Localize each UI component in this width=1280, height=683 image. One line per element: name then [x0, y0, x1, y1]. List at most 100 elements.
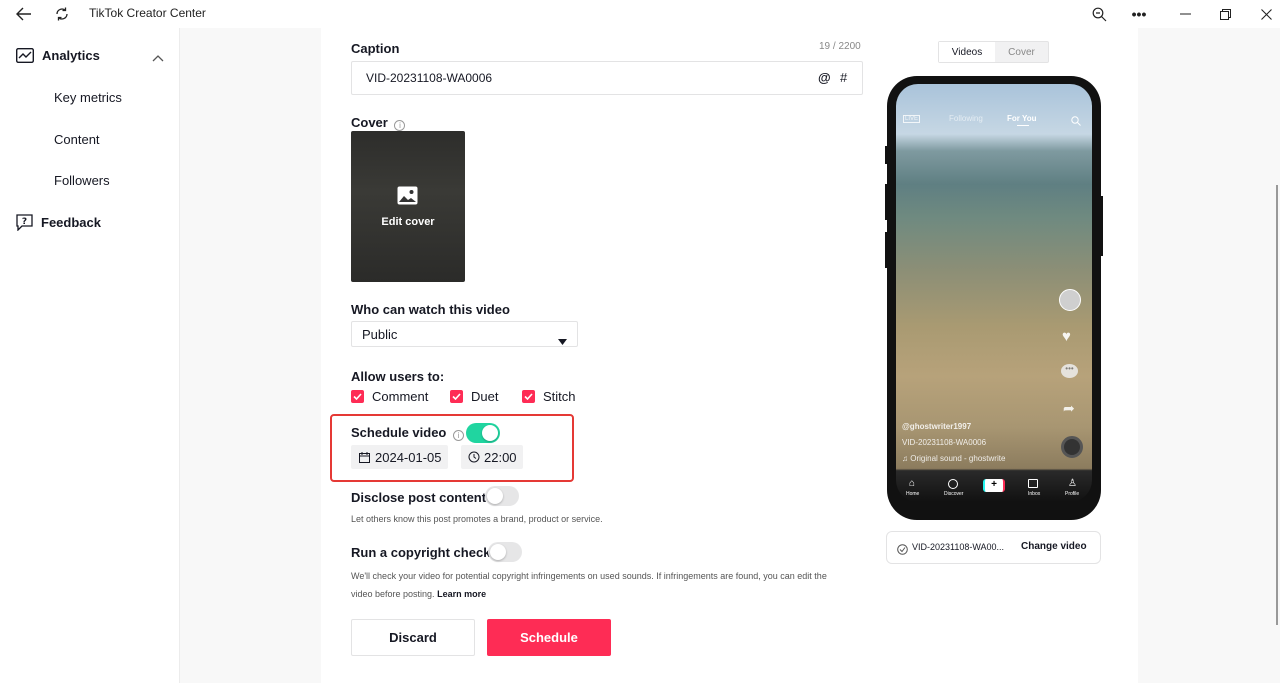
sidebar-item-label: Analytics — [42, 48, 100, 63]
sidebar-item-analytics[interactable]: Analytics — [16, 48, 166, 63]
allow-stitch-checkbox[interactable]: Stitch — [522, 389, 576, 404]
schedule-toggle[interactable] — [466, 423, 500, 443]
caption-input[interactable]: VID-20231108-WA0006 @ # — [351, 61, 863, 95]
learn-more-link[interactable]: Learn more — [437, 589, 486, 599]
check-circle-icon — [897, 542, 908, 560]
caption-label: Caption — [351, 41, 400, 56]
allow-duet-checkbox[interactable]: Duet — [450, 389, 498, 404]
nav-label-profile: Profile — [1065, 491, 1080, 497]
toggle-knob — [490, 544, 506, 560]
avatar — [1059, 289, 1081, 311]
checkbox-checked-icon — [450, 390, 463, 403]
sidebar-item-feedback[interactable]: ? Feedback — [16, 214, 101, 231]
nav-label-discover: Discover — [944, 491, 964, 497]
caret-down-icon — [558, 332, 567, 350]
visibility-selected: Public — [362, 327, 398, 342]
phone-side-button — [885, 184, 887, 220]
caption-char-count: 19 / 2200 — [819, 41, 861, 52]
info-icon[interactable]: i — [394, 120, 406, 131]
share-icon: ➦ — [1063, 400, 1075, 416]
nav-label-inbox: Inbox — [1028, 491, 1041, 497]
chevron-up-icon[interactable] — [152, 50, 164, 65]
preview-tabs: Videos Cover — [938, 41, 1049, 63]
refresh-icon[interactable] — [50, 0, 74, 28]
sidebar-item-label: Feedback — [41, 215, 101, 230]
change-video-button[interactable]: Change video — [1021, 541, 1087, 552]
back-arrow-icon[interactable] — [12, 0, 36, 28]
heart-icon: ♥ — [1062, 328, 1071, 345]
profile-icon: ♙ — [1068, 478, 1077, 489]
allow-comment-checkbox[interactable]: Comment — [351, 389, 428, 404]
cover-label: Cover i — [351, 115, 406, 131]
schedule-time-picker[interactable]: 22:00 — [461, 445, 523, 469]
phone-side-button — [885, 232, 887, 268]
create-plus-icon: + — [983, 479, 1005, 492]
mention-button[interactable]: @ — [818, 70, 831, 85]
sidebar-item-label: Key metrics — [54, 90, 122, 105]
allow-users-label: Allow users to: — [351, 369, 445, 384]
copyright-description-line2: video before posting. Learn more — [351, 589, 487, 599]
schedule-video-label: Schedule video i — [351, 425, 464, 441]
schedule-time-value: 22:00 — [484, 449, 517, 465]
sidebar-item-key-metrics[interactable]: Key metrics — [54, 90, 122, 105]
copyright-toggle[interactable] — [488, 542, 522, 562]
minimize-icon[interactable] — [1174, 0, 1196, 28]
visibility-label: Who can watch this video — [351, 302, 510, 317]
allow-option-label: Stitch — [543, 389, 576, 404]
tab-for-you: For You — [1007, 114, 1037, 123]
restore-icon[interactable] — [1214, 0, 1236, 28]
sidebar-item-content[interactable]: Content — [54, 132, 100, 147]
phone-preview: LIVE Following For You ♥ ••• ➦ @ghostwri… — [885, 76, 1103, 520]
sidebar: Analytics Key metrics Content Followers … — [0, 28, 180, 683]
sidebar-item-label: Content — [54, 132, 100, 147]
analytics-chart-icon — [16, 48, 34, 63]
caption-input-value: VID-20231108-WA0006 — [366, 71, 493, 85]
edit-cover-label: Edit cover — [381, 216, 435, 228]
preview-sound: ♫ Original sound - ghostwrite — [902, 454, 1006, 463]
music-disc-icon — [1061, 436, 1083, 458]
tab-videos[interactable]: Videos — [939, 42, 995, 62]
checkbox-checked-icon — [522, 390, 535, 403]
schedule-button[interactable]: Schedule — [487, 619, 611, 656]
tab-underline — [1017, 125, 1029, 126]
svg-text:?: ? — [22, 217, 27, 227]
copyright-label: Run a copyright check — [351, 545, 491, 560]
tab-cover[interactable]: Cover — [995, 42, 1048, 62]
disclose-description: Let others know this post promotes a bra… — [351, 514, 603, 524]
sidebar-item-label: Followers — [54, 173, 110, 188]
scrollbar-thumb[interactable] — [1276, 185, 1278, 625]
image-icon — [397, 186, 418, 210]
video-file-row: VID-20231108-WA00... Change video — [886, 531, 1101, 564]
video-preview-screen: LIVE Following For You ♥ ••• ➦ @ghostwri… — [896, 84, 1092, 502]
preview-caption: VID-20231108-WA0006 — [902, 438, 987, 447]
schedule-date-picker[interactable]: 2024-01-05 — [351, 445, 448, 469]
home-icon: ⌂ — [909, 478, 916, 489]
video-file-name: VID-20231108-WA00... — [912, 542, 1005, 552]
tab-following: Following — [949, 114, 983, 123]
checkbox-checked-icon — [351, 390, 364, 403]
hashtag-button[interactable]: # — [840, 70, 847, 85]
info-icon[interactable]: i — [453, 430, 464, 441]
more-options-icon[interactable]: ••• — [1128, 0, 1150, 28]
discard-button[interactable]: Discard — [351, 619, 475, 656]
visibility-select[interactable]: Public — [351, 321, 578, 347]
discover-icon — [948, 479, 958, 489]
disclose-toggle[interactable] — [485, 486, 519, 506]
zoom-icon[interactable] — [1088, 0, 1110, 28]
preview-username: @ghostwriter1997 — [902, 422, 972, 431]
right-margin — [1138, 28, 1280, 683]
window-title: TikTok Creator Center — [89, 6, 206, 20]
close-icon[interactable] — [1256, 0, 1276, 28]
title-bar: TikTok Creator Center ••• — [0, 0, 1280, 28]
allow-option-label: Duet — [471, 389, 499, 404]
nav-label-home: Home — [906, 491, 920, 497]
live-badge: LIVE — [903, 115, 921, 123]
disclose-label: Disclose post content — [351, 490, 487, 505]
comment-icon: ••• — [1061, 364, 1078, 378]
feedback-icon: ? — [16, 214, 33, 231]
copyright-description: We'll check your video for potential cop… — [351, 571, 827, 581]
clock-icon — [468, 451, 480, 463]
edit-cover-button[interactable]: Edit cover — [351, 131, 465, 282]
sidebar-item-followers[interactable]: Followers — [54, 173, 110, 188]
toggle-knob — [487, 488, 503, 504]
